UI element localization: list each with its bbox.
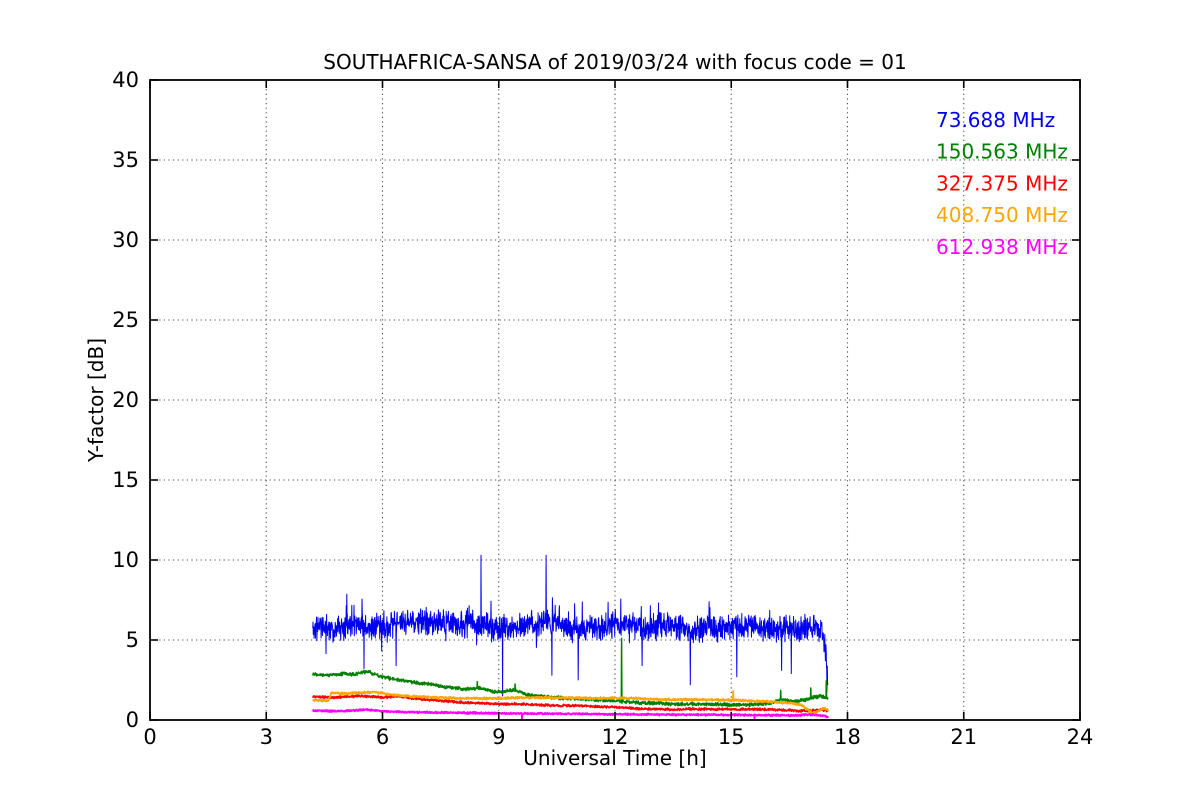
- x-tick-label: 0: [143, 725, 156, 749]
- y-tick-label: 25: [112, 308, 139, 332]
- legend: 73.688 MHz 150.563 MHz 327.375 MHz 408.750 …: [936, 108, 1068, 259]
- x-tick-label: 6: [376, 725, 389, 749]
- data-layer: [312, 554, 829, 720]
- legend-entry-3: 408.750 MHz: [936, 203, 1068, 227]
- y-tick-label: 40: [112, 68, 139, 92]
- legend-entry-2: 327.375 MHz: [936, 171, 1068, 195]
- x-tick-label: 3: [260, 725, 273, 749]
- x-axis-label: Universal Time [h]: [523, 746, 706, 770]
- legend-entry-1: 150.563 MHz: [936, 140, 1068, 164]
- chart-title: SOUTHAFRICA-SANSA of 2019/03/24 with foc…: [323, 50, 907, 74]
- legend-entry-0: 73.688 MHz: [936, 108, 1055, 132]
- x-tick-label: 9: [492, 725, 505, 749]
- y-tick-label: 15: [112, 468, 139, 492]
- y-axis-label: Y-factor [dB]: [84, 338, 108, 463]
- x-tick-label: 21: [950, 725, 977, 749]
- legend-entry-4: 612.938 MHz: [936, 235, 1068, 259]
- series-line-0: [312, 554, 829, 697]
- y-tick-label: 30: [112, 228, 139, 252]
- axis-layer: 0 3 6 9 12 15 18 21 240510152025303540: [112, 68, 1093, 749]
- x-tick-label: 15: [718, 725, 745, 749]
- figure: 0 3 6 9 12 15 18 21 24 0 5 10 15 20 25 30 35 40 73.688 MH…: [0, 0, 1200, 800]
- y-tick-label: 35: [112, 148, 139, 172]
- x-tick-label: 24: [1067, 725, 1094, 749]
- y-tick-label: 20: [112, 388, 139, 412]
- x-tick-label: 18: [834, 725, 861, 749]
- chart-canvas: 0 3 6 9 12 15 18 21 240510152025303540 73.688 MH…: [84, 50, 1093, 770]
- y-tick-label: 0: [126, 708, 139, 732]
- y-tick-label: 10: [112, 548, 139, 572]
- y-tick-label: 5: [126, 628, 139, 652]
